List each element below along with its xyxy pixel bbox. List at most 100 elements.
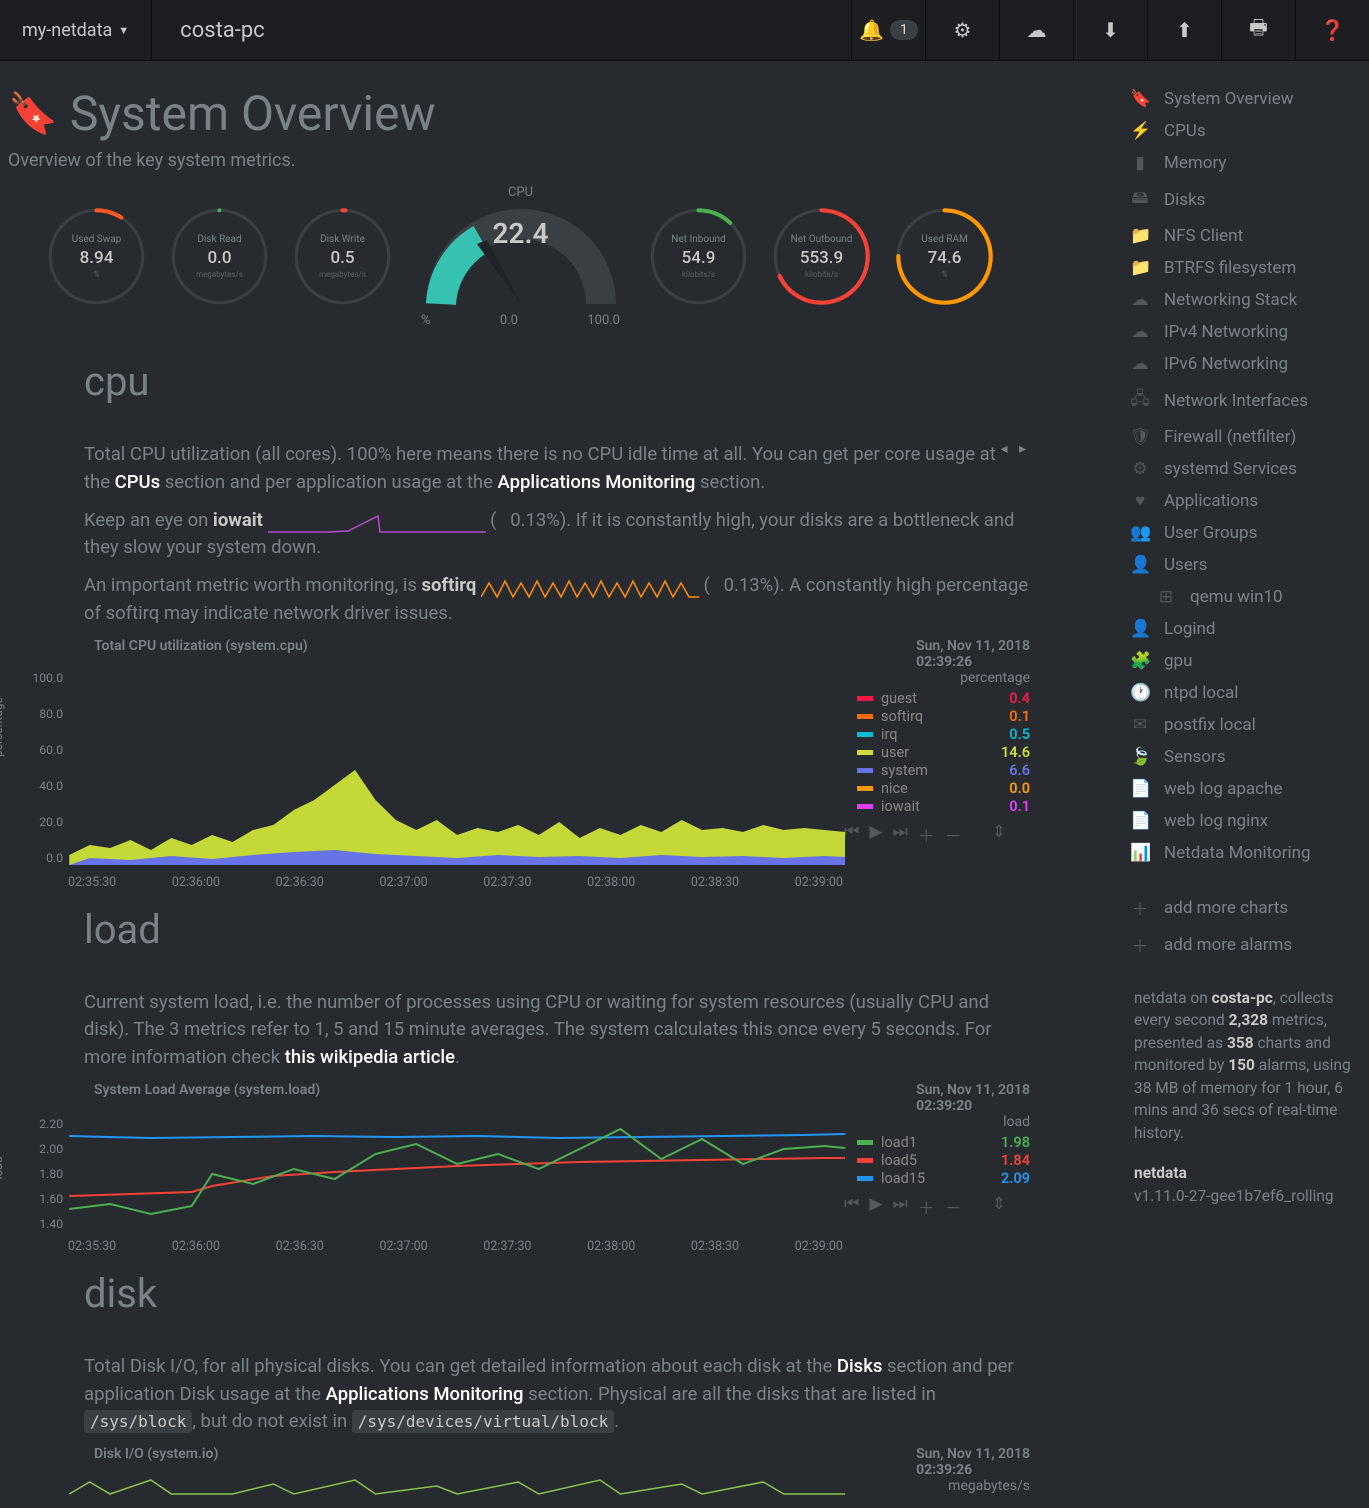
- link-apps-monitoring[interactable]: Applications Monitoring: [497, 471, 695, 493]
- gauge-net outbound[interactable]: Net Outbound 553.9 kilobits/s: [769, 204, 874, 309]
- add-more-charts[interactable]: ＋ add more charts: [1120, 889, 1366, 926]
- legend-swatch: [857, 1140, 873, 1145]
- sidebar-item-user-groups[interactable]: 👥 User Groups: [1120, 517, 1366, 549]
- step-fwd-icon[interactable]: ⏭: [892, 1194, 907, 1219]
- sidebar-item-ipv4-networking[interactable]: ☁ IPv4 Networking: [1120, 316, 1366, 348]
- sidebar-item-firewall-netfilter-[interactable]: 🛡 Firewall (netfilter): [1120, 421, 1366, 453]
- legend-swatch: [857, 768, 873, 773]
- brand-dropdown[interactable]: my-netdata ▼: [0, 0, 152, 60]
- sidebar-item-sensors[interactable]: 🍃 Sensors: [1120, 741, 1366, 773]
- sidebar-item-memory[interactable]: ▮ Memory: [1120, 147, 1366, 179]
- chart-timestamp: Sun, Nov 11, 2018 02:39:20: [916, 1082, 1030, 1114]
- sidebar-item-label: BTRFS filesystem: [1164, 258, 1296, 278]
- sidebar-icon: 📄: [1130, 779, 1150, 799]
- sidebar-item-ipv6-networking[interactable]: ☁ IPv6 Networking: [1120, 348, 1366, 380]
- sidebar-item-netdata-monitoring[interactable]: 📊 Netdata Monitoring: [1120, 837, 1366, 869]
- step-back-icon[interactable]: ⏮: [844, 1194, 859, 1219]
- legend-swatch: [857, 696, 873, 701]
- link-apps-monitoring[interactable]: Applications Monitoring: [326, 1383, 524, 1405]
- disk-chart-svg[interactable]: [8, 1478, 845, 1496]
- sidebar-item-logind[interactable]: 👤 Logind: [1120, 613, 1366, 645]
- help-button[interactable]: ❓: [1295, 0, 1369, 60]
- softirq-sparkline: [481, 573, 699, 599]
- legend-row-softirq[interactable]: softirq 0.1: [857, 708, 1030, 725]
- legend-row-load5[interactable]: load5 1.84: [857, 1152, 1030, 1169]
- zoom-in-icon[interactable]: ＋: [918, 1194, 935, 1219]
- step-fwd-icon[interactable]: ⏭: [892, 822, 907, 847]
- resize-icon[interactable]: ⇕: [992, 822, 1006, 847]
- alarms-button[interactable]: 🔔 1: [851, 0, 925, 60]
- sidebar-item-systemd-services[interactable]: ⚙ systemd Services: [1120, 453, 1366, 485]
- gauge-disk read[interactable]: Disk Read 0.0 megabytes/s: [167, 204, 272, 309]
- sidebar-icon: ▮: [1130, 153, 1150, 173]
- legend-row-nice[interactable]: nice 0.0: [857, 780, 1030, 797]
- sidebar-item-label: Netdata Monitoring: [1164, 843, 1311, 863]
- sidebar: 🔖 System Overview ⚡ CPUs ▮ Memory 🖴 Disk…: [1110, 61, 1366, 1501]
- section-nav-arrows[interactable]: ◂ ▸: [1000, 441, 1030, 457]
- link-cpus[interactable]: CPUs: [115, 471, 161, 493]
- sidebar-item-disks[interactable]: 🖴 Disks: [1120, 179, 1366, 220]
- sidebar-item-users[interactable]: 👤 Users: [1120, 549, 1366, 581]
- play-icon[interactable]: ▶: [869, 1194, 882, 1219]
- sidebar-item-label: NFS Client: [1164, 226, 1243, 246]
- settings-button[interactable]: ⚙: [925, 0, 999, 60]
- sidebar-icon: ☁: [1130, 290, 1150, 310]
- sidebar-item-label: gpu: [1164, 651, 1192, 671]
- sidebar-item-web-log-apache[interactable]: 📄 web log apache: [1120, 773, 1366, 805]
- play-icon[interactable]: ▶: [869, 822, 882, 847]
- sidebar-item-btrfs-filesystem[interactable]: 📁 BTRFS filesystem: [1120, 252, 1366, 284]
- zoom-out-icon[interactable]: －: [945, 1194, 962, 1219]
- cpu-desc-1: Total CPU utilization (all cores). 100% …: [84, 441, 1030, 497]
- zoom-in-icon[interactable]: ＋: [918, 822, 935, 847]
- sidebar-icon: ⚙: [1130, 459, 1150, 479]
- add-more-alarms[interactable]: ＋ add more alarms: [1120, 926, 1366, 963]
- cpu-gauge-big[interactable]: CPU 22.4 % 0.0 100.0: [413, 185, 628, 328]
- gauge-used swap[interactable]: Used Swap 8.94 %: [44, 204, 149, 309]
- sidebar-item-label: Networking Stack: [1164, 290, 1297, 310]
- legend-row-load15[interactable]: load15 2.09: [857, 1170, 1030, 1187]
- gauge-scale: % 0.0 100.0: [413, 313, 628, 328]
- link-disks[interactable]: Disks: [837, 1355, 882, 1377]
- step-back-icon[interactable]: ⏮: [844, 822, 859, 847]
- cpu-chart-svg[interactable]: 100.080.060.040.020.00.0: [8, 670, 845, 870]
- load-chart-svg[interactable]: 2.202.001.801.601.40: [8, 1114, 845, 1234]
- legend-row-load1[interactable]: load1 1.98: [857, 1134, 1030, 1151]
- legend-title: megabytes/s: [857, 1478, 1030, 1494]
- sidebar-item-web-log-nginx[interactable]: 📄 web log nginx: [1120, 805, 1366, 837]
- sidebar-item-system-overview[interactable]: 🔖 System Overview: [1120, 83, 1366, 115]
- sidebar-item-ntpd-local[interactable]: 🕐 ntpd local: [1120, 677, 1366, 709]
- legend-row-irq[interactable]: irq 0.5: [857, 726, 1030, 743]
- sidebar-item-postfix-local[interactable]: ✉ postfix local: [1120, 709, 1366, 741]
- gauge-big-title: CPU: [413, 185, 628, 200]
- cloud-button[interactable]: ☁: [999, 0, 1073, 60]
- sidebar-item-gpu[interactable]: 🧩 gpu: [1120, 645, 1366, 677]
- sidebar-item-nfs-client[interactable]: 📁 NFS Client: [1120, 220, 1366, 252]
- chart-controls: ⏮ ▶ ⏭ ＋ － ⇕: [857, 816, 1030, 847]
- topbar-left: my-netdata ▼ costa-pc: [0, 0, 293, 60]
- sidebar-item-qemu-win10[interactable]: ⊞ qemu win10: [1120, 581, 1366, 613]
- link-wikipedia[interactable]: this wikipedia article: [285, 1046, 455, 1068]
- print-button[interactable]: 🖶: [1221, 0, 1295, 60]
- sidebar-item-networking-stack[interactable]: ☁ Networking Stack: [1120, 284, 1366, 316]
- import-button[interactable]: ⬇: [1073, 0, 1147, 60]
- sidebar-icon: ☁: [1130, 354, 1150, 374]
- sidebar-item-label: Firewall (netfilter): [1164, 427, 1296, 447]
- export-button[interactable]: ⬆: [1147, 0, 1221, 60]
- sidebar-item-label: User Groups: [1164, 523, 1257, 543]
- notif-badge: 1: [890, 20, 918, 40]
- gauge-used ram[interactable]: Used RAM 74.6 %: [892, 204, 997, 309]
- sidebar-item-cpus[interactable]: ⚡ CPUs: [1120, 115, 1366, 147]
- legend-row-guest[interactable]: guest 0.4: [857, 690, 1030, 707]
- legend-row-system[interactable]: system 6.6: [857, 762, 1030, 779]
- legend-row-iowait[interactable]: iowait 0.1: [857, 798, 1030, 815]
- resize-icon[interactable]: ⇕: [992, 1194, 1006, 1219]
- gauge-disk write[interactable]: Disk Write 0.5 megabytes/s: [290, 204, 395, 309]
- cpu-desc-3: An important metric worth monitoring, is…: [84, 572, 1030, 628]
- gauge-net inbound[interactable]: Net Inbound 54.9 kilobits/s: [646, 204, 751, 309]
- sidebar-item-applications[interactable]: ♥ Applications: [1120, 485, 1366, 517]
- sidebar-item-network-interfaces[interactable]: 🖧 Network Interfaces: [1120, 380, 1366, 421]
- zoom-out-icon[interactable]: －: [945, 822, 962, 847]
- iowait-sparkline: [268, 508, 486, 534]
- legend-row-user[interactable]: user 14.6: [857, 744, 1030, 761]
- svg-text:40.0: 40.0: [39, 779, 63, 793]
